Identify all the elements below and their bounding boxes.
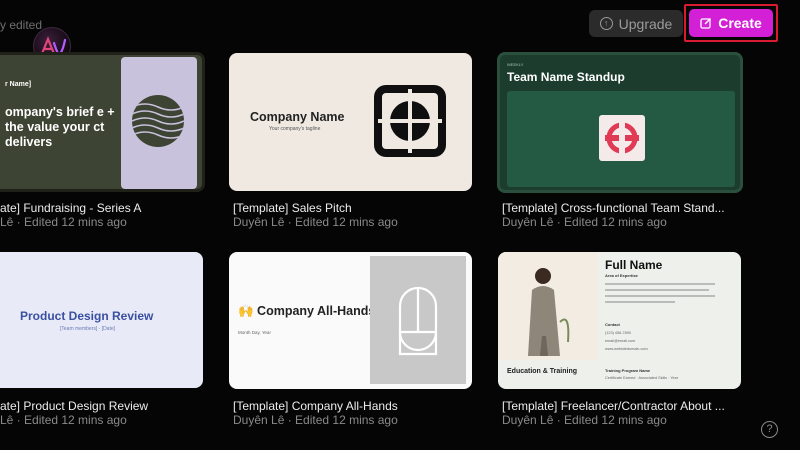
card-meta: Duyên Lê · Edited 12 mins ago xyxy=(233,215,398,229)
template-thumbnail-freelancer-about[interactable]: Education & Training Full Name Area of E… xyxy=(498,252,741,389)
edit-icon xyxy=(700,18,712,29)
thumb-heading: Product Design Review xyxy=(20,309,154,323)
card-title[interactable]: [Template] Freelancer/Contractor About .… xyxy=(502,399,725,413)
thumb-program-sub: Certificate Earned · Associated Skills ·… xyxy=(605,376,679,380)
card-meta: Duyên Lê · Edited 12 mins ago xyxy=(233,413,398,427)
thumb-phone: (123) 456-7890 xyxy=(605,331,631,335)
thumb-web: www.websitedomain.com xyxy=(605,347,648,351)
thumb-heading: Company Name xyxy=(250,110,345,124)
thumb-heading: 🙌 Company All-Hands xyxy=(238,304,376,318)
thumb-tagline: Your company's tagline xyxy=(269,126,321,132)
thumb-tag: r Name] xyxy=(5,81,32,88)
template-thumbnail-team-standup[interactable]: WEEKLY Team Name Standup xyxy=(497,52,743,193)
template-thumbnail-company-all-hands[interactable]: 🙌 Company All-Hands Month Day, Year xyxy=(229,252,472,389)
thumb-inner-panel xyxy=(507,91,735,187)
thumb-tiny-label: WEEKLY xyxy=(507,62,524,67)
thumb-sub: Month Day, Year xyxy=(238,330,271,335)
thumb-side-panel xyxy=(370,256,466,384)
card-meta: Duyên Lê · Edited 12 mins ago xyxy=(502,215,667,229)
help-button[interactable]: ? xyxy=(761,421,778,438)
create-label: Create xyxy=(718,15,762,31)
thumb-program: Training Program Name xyxy=(605,368,651,373)
arch-graphic xyxy=(398,286,438,356)
text-placeholder-line xyxy=(605,301,675,303)
logo-mark-graphic xyxy=(374,85,446,157)
card-meta: Lê · Edited 12 mins ago xyxy=(0,413,127,427)
thumb-education: Education & Training xyxy=(507,368,578,375)
thumb-email: email@email.com xyxy=(605,339,636,343)
text-placeholder-line xyxy=(605,295,715,297)
thumb-area: Area of Expertise xyxy=(605,273,638,278)
card-meta: Duyên Lê · Edited 12 mins ago xyxy=(502,413,667,427)
thumb-text: ompany's brief e + the value your ct del… xyxy=(5,105,115,149)
text-placeholder-line xyxy=(605,289,709,291)
portrait-photo xyxy=(498,252,598,360)
standup-graphic xyxy=(599,115,645,161)
card-title[interactable]: [Template] Cross-functional Team Stand..… xyxy=(502,201,725,215)
create-button[interactable]: Create xyxy=(689,9,773,37)
thumb-side-panel xyxy=(121,57,197,189)
template-thumbnail-product-design-review[interactable]: Product Design Review [Team members] · [… xyxy=(0,252,203,388)
text-placeholder-line xyxy=(605,283,715,285)
template-thumbnail-fundraising[interactable]: r Name] ompany's brief e + the value you… xyxy=(0,52,205,192)
upgrade-button[interactable]: ↑ Upgrade xyxy=(589,10,683,37)
card-meta: Lê · Edited 12 mins ago xyxy=(0,215,127,229)
thumb-heading: Team Name Standup xyxy=(507,70,625,84)
thumb-heading: Full Name xyxy=(605,258,663,272)
arrow-up-circle-icon: ↑ xyxy=(599,17,613,30)
thumb-sub: [Team members] · [Date] xyxy=(60,326,116,332)
card-title[interactable]: ate] Fundraising - Series A xyxy=(0,201,141,215)
template-thumbnail-sales-pitch[interactable]: Company Name Your company's tagline xyxy=(229,53,472,191)
section-label: y edited xyxy=(0,18,43,32)
upgrade-label: Upgrade xyxy=(618,15,673,32)
card-title[interactable]: ate] Product Design Review xyxy=(0,399,148,413)
card-title[interactable]: [Template] Company All-Hands xyxy=(233,399,398,413)
wave-circle-graphic xyxy=(132,95,184,147)
card-title[interactable]: [Template] Sales Pitch xyxy=(233,201,352,215)
thumb-contact: Contact xyxy=(605,322,620,327)
